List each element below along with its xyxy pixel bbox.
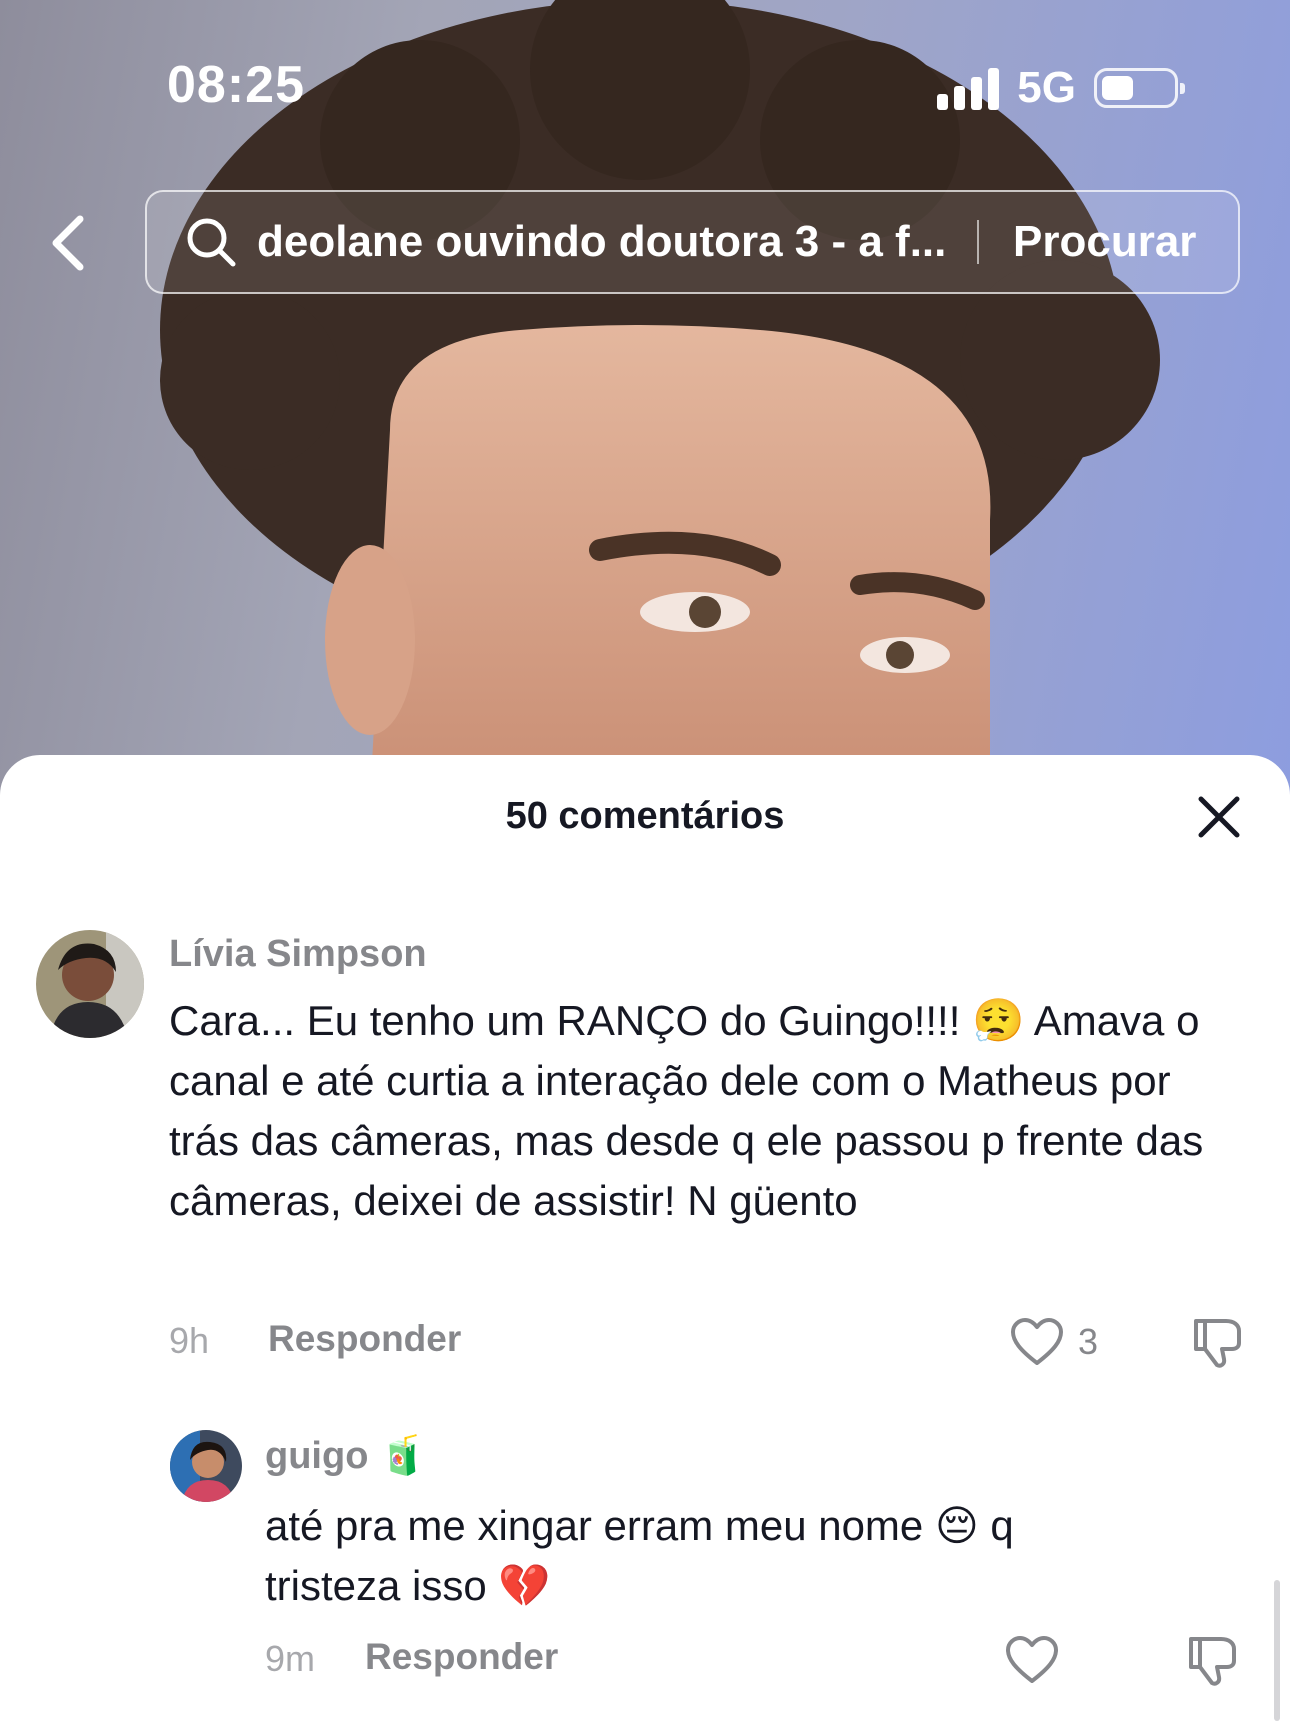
reply-username-text: guigo: [265, 1435, 369, 1477]
status-time: 08:25: [167, 56, 305, 114]
juice-box-emoji: 🧃: [378, 1433, 427, 1477]
avatar[interactable]: [170, 1430, 242, 1502]
cellular-signal-icon: [937, 66, 1000, 110]
dislike-button[interactable]: [1185, 1633, 1239, 1692]
status-bar: 08:25 5G: [0, 0, 1290, 180]
thumbs-down-icon: [1189, 1637, 1236, 1686]
comment-item: Lívia Simpson Cara... Eu tenho um RANÇO …: [0, 755, 1290, 1368]
heart-icon: [1006, 1636, 1058, 1683]
search-submit-button[interactable]: Procurar: [1013, 217, 1196, 267]
back-button[interactable]: [40, 210, 95, 275]
like-button[interactable]: [1005, 1635, 1059, 1685]
reply-button[interactable]: Responder: [365, 1636, 558, 1678]
battery-icon: [1094, 68, 1185, 108]
search-divider: [977, 220, 979, 264]
search-icon: [185, 216, 237, 268]
network-type: 5G: [1017, 63, 1076, 112]
status-indicators: 5G: [937, 62, 1185, 114]
search-bar[interactable]: deolane ouvindo doutora 3 - a f... Procu…: [145, 190, 1240, 294]
comment-username[interactable]: Lívia Simpson: [169, 933, 427, 976]
reply-text: até pra me xingar erram meu nome 😔 q tri…: [265, 1502, 1014, 1609]
avatar[interactable]: [36, 930, 144, 1038]
comments-sheet: 50 comentários Lívia Simpson Cara... Eu …: [0, 755, 1290, 1721]
reply-username[interactable]: guigo 🧃: [265, 1433, 426, 1478]
reply-timestamp: 9m: [265, 1638, 316, 1679]
scrollbar[interactable]: [1274, 1580, 1280, 1721]
reply-item: guigo 🧃 até pra me xingar erram meu nome…: [0, 1355, 1290, 1721]
search-query[interactable]: deolane ouvindo doutora 3 - a f...: [257, 217, 967, 267]
chevron-left-icon: [52, 215, 83, 270]
reply-button[interactable]: Responder: [268, 1318, 461, 1360]
comment-text: Cara... Eu tenho um RANÇO do Guingo!!!! …: [169, 997, 1204, 1224]
